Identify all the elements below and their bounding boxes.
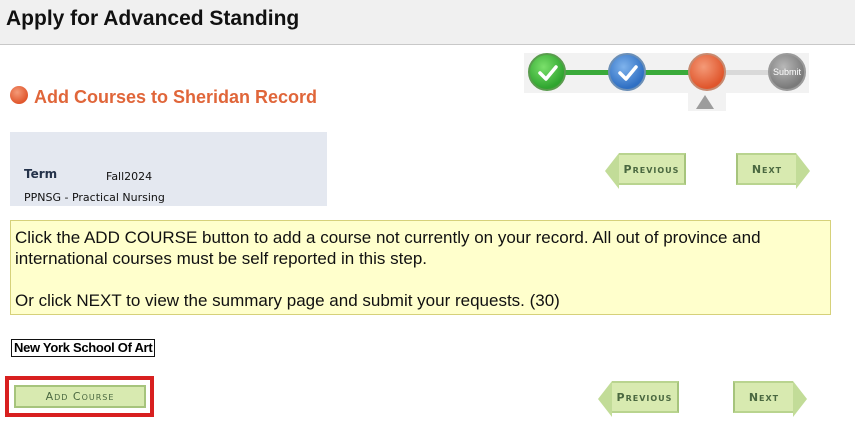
page-title: Apply for Advanced Standing [6, 7, 300, 30]
add-course-button[interactable]: Add Course [14, 385, 146, 408]
section-title: Add Courses to Sheridan Record [34, 87, 318, 107]
previous-label: Previous [623, 162, 680, 176]
next-button-bottom[interactable]: Next [733, 381, 807, 417]
previous-button-top[interactable]: Previous [605, 153, 686, 189]
checkmark-icon [538, 65, 558, 81]
previous-label: Previous [616, 390, 673, 404]
right-arrow-icon [796, 153, 810, 189]
current-step-pointer-icon [696, 95, 714, 109]
instructions-line-1: Click the ADD COURSE button to add a cou… [15, 228, 761, 268]
left-arrow-icon [605, 153, 619, 189]
school-name: New York School Of Art [11, 339, 156, 357]
next-label: Next [751, 162, 783, 176]
page-header: Apply for Advanced Standing [0, 0, 855, 45]
stepper-connector [722, 70, 774, 75]
program-value: PPNSG - Practical Nursing [24, 191, 165, 204]
stepper-connector [562, 70, 614, 75]
add-course-label: Add Course [45, 390, 115, 403]
section-bullet-icon [10, 86, 28, 104]
term-label: Term [24, 167, 58, 181]
step-submit-label: Submit [772, 67, 801, 77]
previous-button-bottom[interactable]: Previous [598, 381, 679, 417]
checkmark-icon [618, 65, 638, 81]
student-info-panel: Term Fall2024 PPNSG - Practical Nursing [10, 132, 327, 206]
instructions-box: Click the ADD COURSE button to add a cou… [10, 220, 831, 315]
term-value: Fall2024 [106, 170, 153, 183]
progress-stepper: Submit [524, 47, 814, 111]
stepper-connector [642, 70, 694, 75]
step-complete-2 [608, 53, 646, 91]
left-arrow-icon [598, 381, 612, 417]
instructions-line-2: Or click NEXT to view the summary page a… [15, 291, 560, 310]
add-course-highlight: Add Course [5, 376, 154, 417]
next-label: Next [748, 390, 780, 404]
right-arrow-icon [793, 381, 807, 417]
step-submit: Submit [768, 53, 806, 91]
step-complete-1 [528, 53, 566, 91]
next-button-top[interactable]: Next [736, 153, 810, 189]
step-current [688, 53, 726, 91]
